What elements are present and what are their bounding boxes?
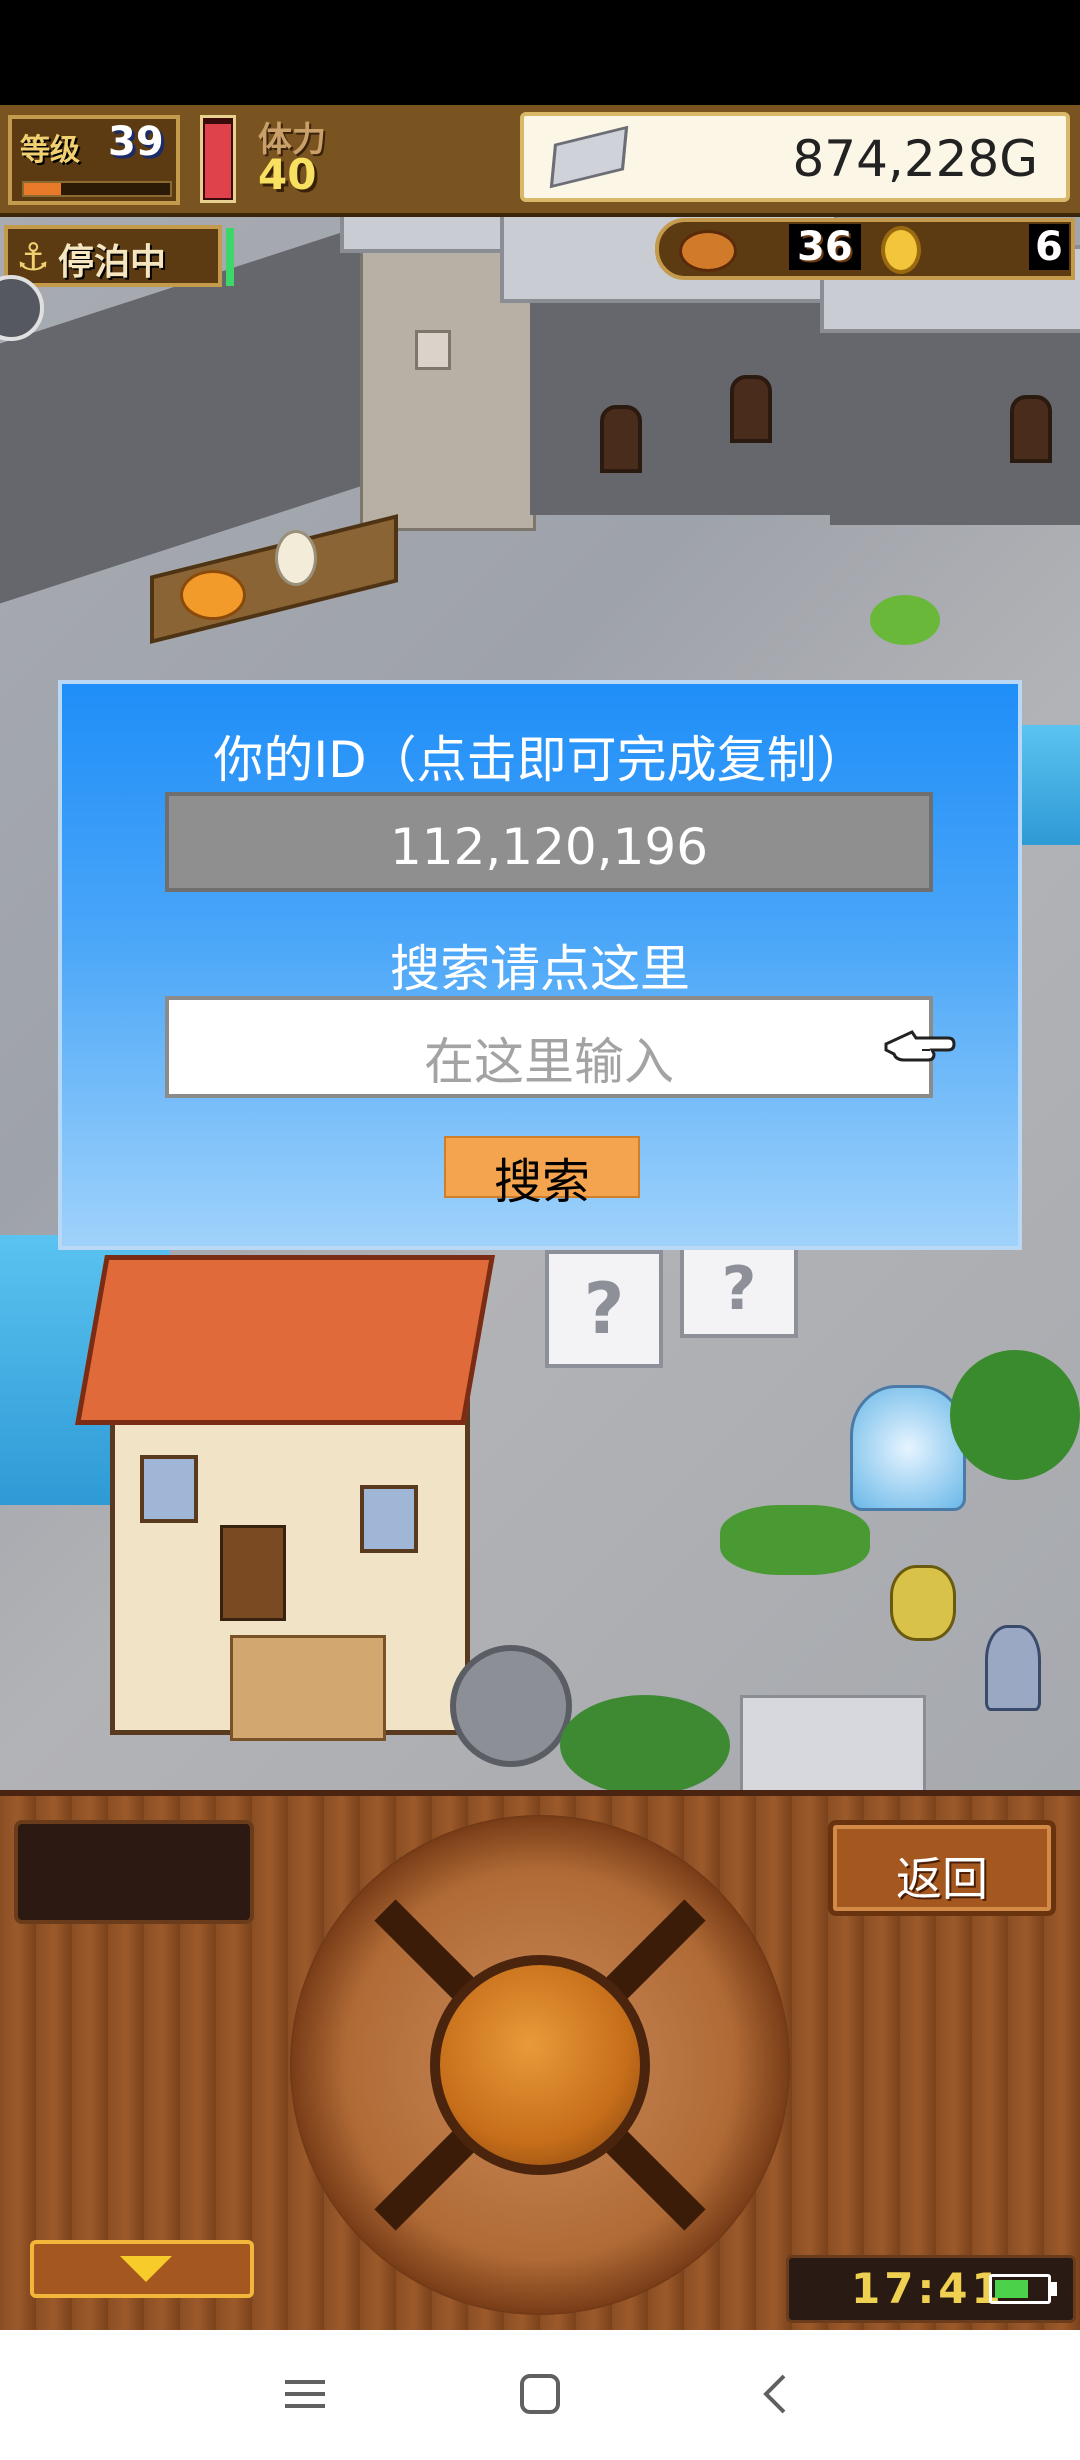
question-mark-icon: ? xyxy=(721,1254,757,1324)
clock-display: 17:41 xyxy=(786,2255,1076,2323)
pointing-hand-icon xyxy=(884,1030,956,1062)
battery-icon xyxy=(989,2274,1051,2304)
stone-stairs xyxy=(740,1695,926,1790)
menu-icon[interactable] xyxy=(265,2364,345,2424)
status-indicator-bar xyxy=(226,228,234,286)
food-count: 36 xyxy=(789,224,861,270)
clock-time: 17:41 xyxy=(851,2264,1005,2313)
house-door xyxy=(220,1525,286,1621)
flower-bed xyxy=(720,1505,870,1575)
level-value: 39 xyxy=(108,119,164,165)
castle-door xyxy=(730,375,772,443)
search-button[interactable]: 搜索 xyxy=(444,1136,640,1210)
chevron-down-icon xyxy=(120,2256,172,2282)
mystery-block[interactable]: ? xyxy=(545,1250,663,1368)
stamina-value: 40 xyxy=(258,150,317,199)
system-status-bar xyxy=(0,0,1080,105)
wall-window xyxy=(415,330,451,370)
question-mark-icon: ? xyxy=(583,1268,625,1350)
mystery-block[interactable]: ? xyxy=(680,1240,798,1338)
player-id-copy-field[interactable]: 112,120,196 xyxy=(165,792,933,892)
anchor-icon: ⚓ xyxy=(16,235,51,279)
level-indicator: 等级 39 xyxy=(8,115,180,205)
fountain xyxy=(850,1385,966,1511)
friend-id-dialog: 你的ID（点击即可完成复制） 112,120,196 搜索请点这里 在这里输入 … xyxy=(58,680,1022,1250)
stone-well xyxy=(450,1645,572,1767)
bush xyxy=(560,1695,730,1790)
search-prompt: 搜索请点这里 xyxy=(390,940,690,998)
castle-door xyxy=(1010,395,1052,463)
back-button-label: 返回 xyxy=(896,1852,988,1906)
coin-count: 6 xyxy=(1029,224,1069,270)
silver-ingot-icon xyxy=(549,125,629,189)
battery-level-fill xyxy=(995,2280,1029,2298)
back-button[interactable]: 返回 xyxy=(828,1820,1056,1916)
egg xyxy=(275,530,317,586)
house-window xyxy=(140,1455,198,1523)
info-slot[interactable] xyxy=(14,1820,254,1924)
system-navigation-bar xyxy=(0,2330,1080,2460)
pumpkin xyxy=(180,570,246,620)
castle-door xyxy=(600,405,642,473)
gold-amount: 874,228G xyxy=(792,130,1038,188)
search-input-placeholder: 在这里输入 xyxy=(424,1033,674,1091)
shrub xyxy=(870,595,940,645)
player-id-value: 112,120,196 xyxy=(389,818,709,876)
wooden-fence xyxy=(230,1635,386,1741)
gold-display: 874,228G xyxy=(520,112,1070,202)
home-icon[interactable] xyxy=(500,2364,580,2424)
back-icon[interactable] xyxy=(735,2364,815,2424)
water-pool xyxy=(1020,725,1080,845)
crab-character[interactable] xyxy=(890,1565,956,1641)
house-window xyxy=(360,1485,418,1553)
search-button-label: 搜索 xyxy=(493,1154,590,1210)
level-progress-bar xyxy=(22,181,172,197)
orange-tree xyxy=(950,1350,1080,1480)
level-progress-fill xyxy=(24,183,61,195)
resource-counter: 36 6 xyxy=(655,218,1075,280)
health-bar-fill xyxy=(205,124,231,198)
dialog-title: 你的ID（点击即可完成复制） xyxy=(213,731,867,789)
fish-icon xyxy=(679,230,737,272)
search-input[interactable]: 在这里输入 xyxy=(165,996,933,1098)
battery-tip xyxy=(1051,2282,1057,2296)
docked-status-text: 停泊中 xyxy=(58,242,167,283)
docked-status-badge[interactable]: ⚓ 停泊中 xyxy=(4,225,222,287)
level-label: 等级 xyxy=(20,133,80,168)
health-bar xyxy=(200,115,236,203)
menu-toggle-button[interactable] xyxy=(30,2240,254,2298)
coin-icon xyxy=(881,226,921,274)
townsperson[interactable] xyxy=(985,1625,1041,1711)
dpad-center-button[interactable] xyxy=(430,1955,650,2175)
house-roof xyxy=(75,1255,495,1425)
